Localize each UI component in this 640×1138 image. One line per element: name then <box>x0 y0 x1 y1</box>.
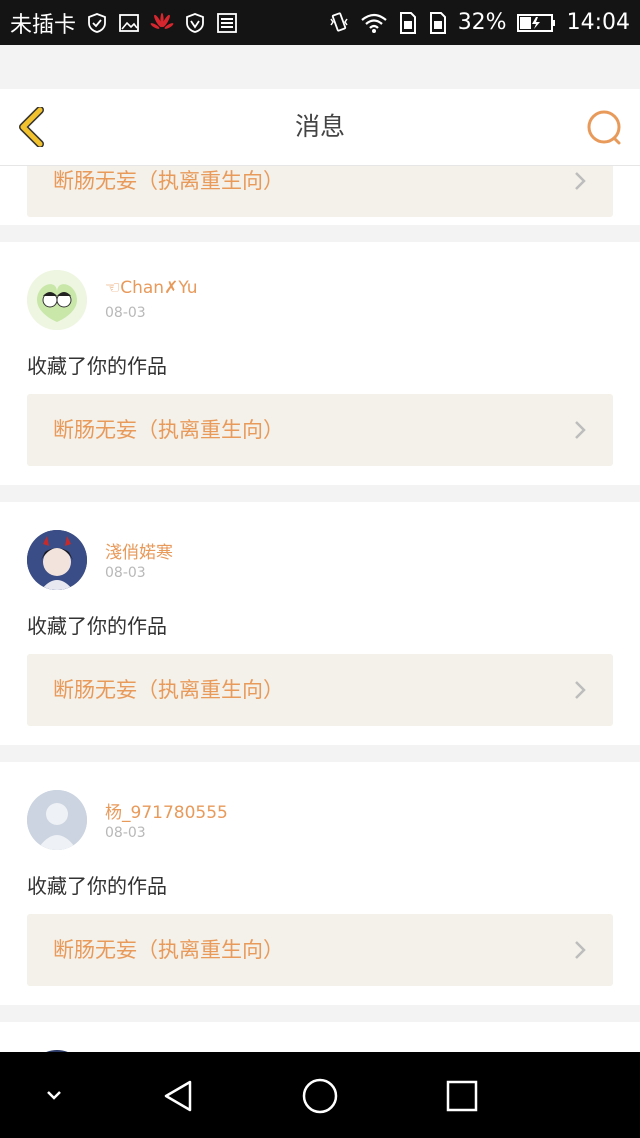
avatar[interactable] <box>27 530 87 590</box>
sim1-icon <box>398 11 418 35</box>
shield-check-icon <box>86 12 108 34</box>
avatar[interactable] <box>27 270 87 330</box>
message-card: ☜Chan✗Yu 08-03 收藏了你的作品 断肠无妄（执离重生向） <box>0 242 640 485</box>
work-title: 断肠无妄（执离重生向） <box>53 938 284 962</box>
message-card-partial <box>0 1022 640 1052</box>
action-text: 收藏了你的作品 <box>27 874 167 898</box>
status-bar: 未插卡 32% 14:04 <box>0 0 640 45</box>
header-bar: 消息 <box>0 89 640 166</box>
storage-icon <box>216 12 238 34</box>
work-link[interactable]: 断肠无妄（执离重生向） <box>27 654 613 726</box>
back-nav-button[interactable] <box>158 1076 198 1116</box>
avatar-image <box>27 530 87 590</box>
message-card-partial: 断肠无妄（执离重生向） <box>0 165 640 225</box>
battery-charging-icon <box>516 12 557 34</box>
work-link[interactable]: 断肠无妄（执离重生向） <box>27 394 613 466</box>
avatar[interactable] <box>27 790 87 850</box>
default-avatar-icon <box>27 790 87 850</box>
huawei-logo-icon <box>150 12 174 33</box>
image-icon <box>118 12 140 34</box>
status-right: 32% 14:04 <box>328 10 630 35</box>
message-card: 杨_971780555 08-03 收藏了你的作品 断肠无妄（执离重生向） <box>0 762 640 1005</box>
search-icon <box>587 110 621 145</box>
message-date: 08-03 <box>105 825 146 841</box>
chevron-right-icon <box>575 681 586 699</box>
carrier-label: 未插卡 <box>10 12 77 38</box>
message-date: 08-03 <box>105 565 146 581</box>
avatar-image <box>27 270 87 330</box>
system-nav-bar <box>0 1052 640 1138</box>
username[interactable]: 淺俏婼寒 <box>105 538 173 563</box>
home-circle-icon <box>302 1078 338 1114</box>
recents-nav-button[interactable] <box>442 1076 482 1116</box>
page-title: 消息 <box>294 112 345 141</box>
search-button[interactable] <box>586 109 624 147</box>
username[interactable]: ☜Chan✗Yu <box>105 278 198 298</box>
username[interactable]: 杨_971780555 <box>105 798 228 823</box>
message-list[interactable]: 断肠无妄（执离重生向） ☜Chan✗Yu 08-03 收藏了你的作品 断肠无妄（… <box>0 165 640 1052</box>
work-link[interactable]: 断肠无妄（执离重生向） <box>27 914 613 986</box>
action-text: 收藏了你的作品 <box>27 354 167 378</box>
chevron-right-icon <box>575 941 586 959</box>
battery-percent: 32% <box>457 10 507 35</box>
back-triangle-icon <box>164 1080 192 1112</box>
action-text: 收藏了你的作品 <box>27 614 167 638</box>
vibrate-icon <box>328 11 350 35</box>
wifi-icon <box>360 12 388 34</box>
work-title: 断肠无妄（执离重生向） <box>53 678 284 702</box>
status-left: 未插卡 <box>10 7 238 39</box>
message-date: 08-03 <box>105 305 146 321</box>
work-title: 断肠无妄（执离重生向） <box>53 418 284 442</box>
top-spacer <box>0 45 640 89</box>
message-card: 淺俏婼寒 08-03 收藏了你的作品 断肠无妄（执离重生向） <box>0 502 640 745</box>
home-nav-button[interactable] <box>300 1076 340 1116</box>
chevron-right-icon <box>575 172 586 190</box>
chevron-down-icon <box>47 1091 61 1100</box>
work-link[interactable]: 断肠无妄（执离重生向） <box>27 165 613 217</box>
chevron-right-icon <box>575 421 586 439</box>
work-title: 断肠无妄（执离重生向） <box>53 169 284 193</box>
sim2-icon <box>428 11 448 35</box>
hide-nav-button[interactable] <box>34 1076 74 1116</box>
recents-square-icon <box>446 1080 478 1112</box>
vpn-shield-icon <box>184 12 206 34</box>
clock: 14:04 <box>566 10 630 35</box>
